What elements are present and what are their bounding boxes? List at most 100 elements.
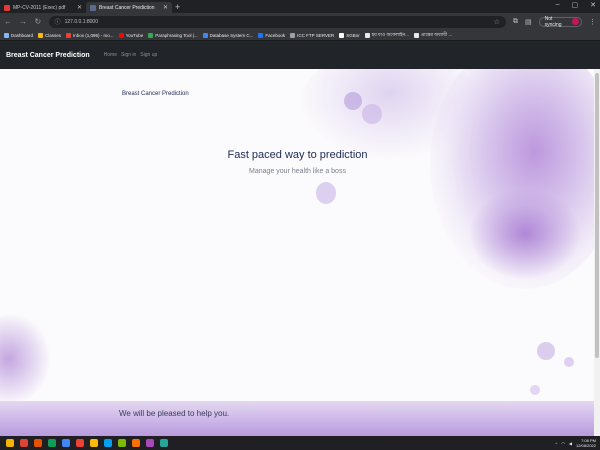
- bookmark-label: YouTube: [125, 32, 144, 38]
- bookmark-item[interactable]: Paraphrasing Tool |...: [148, 32, 198, 38]
- watercolor-decoration: [362, 104, 382, 124]
- taskbar-app-icon[interactable]: [34, 439, 42, 447]
- site-navbar: Breast Cancer Prediction Home Sign in Si…: [0, 41, 600, 69]
- page-scrollbar[interactable]: [594, 69, 600, 436]
- url-text: 127.0.0.1:8000: [64, 18, 98, 25]
- forward-icon[interactable]: →: [19, 17, 27, 26]
- address-bar[interactable]: ⓘ 127.0.0.1:8000 ☆: [48, 15, 506, 28]
- site-nav-links: Home Sign in Sign up: [104, 52, 158, 58]
- bookmark-star-icon[interactable]: ☆: [494, 18, 500, 26]
- watercolor-decoration: [564, 357, 574, 367]
- watercolor-decoration: [344, 92, 362, 110]
- page-content: Breast Cancer Prediction Fast paced way …: [0, 69, 594, 436]
- maximize-icon[interactable]: ▢: [572, 1, 579, 9]
- watercolor-decoration: [530, 385, 540, 395]
- wifi-icon[interactable]: ◠: [561, 441, 565, 446]
- avatar: [572, 18, 579, 25]
- watercolor-decoration: [316, 182, 336, 204]
- page-brand: Breast Cancer Prediction: [122, 91, 189, 97]
- bookmark-item[interactable]: SGBor: [339, 32, 360, 38]
- browser-tab-strip: MP-CV-2011 (Exec) pdf ✕ Breast Cancer Pr…: [0, 0, 600, 13]
- watercolor-decoration: [537, 342, 555, 360]
- bookmark-item[interactable]: Inbox (1,095) - mo...: [66, 32, 114, 38]
- bookmark-label: Facebook: [265, 32, 286, 38]
- bookmark-item[interactable]: Dashboard: [4, 32, 34, 38]
- facebook-favicon-icon: [258, 32, 264, 38]
- close-tab-icon[interactable]: ✕: [77, 4, 82, 11]
- bookmark-label: SGBor: [346, 32, 360, 38]
- clock-date: 12/08/2022: [575, 443, 596, 448]
- browser-tab-active[interactable]: Breast Cancer Prediction ✕: [86, 2, 172, 13]
- bookmark-item[interactable]: ICC FTP SERVER: [290, 32, 335, 38]
- browser-tab[interactable]: MP-CV-2011 (Exec) pdf ✕: [0, 2, 86, 13]
- hero-tagline: Manage your health like a boss: [249, 168, 346, 175]
- watercolor-decoration: [470, 189, 580, 279]
- taskbar-app-icon[interactable]: [104, 439, 112, 447]
- menu-icon[interactable]: ⋮: [589, 18, 596, 26]
- bookmark-label: Paraphrasing Tool |...: [155, 32, 198, 38]
- taskbar-app-icon[interactable]: [146, 439, 154, 447]
- bookmark-label: Classes: [45, 32, 62, 38]
- taskbar-app-icon[interactable]: [118, 439, 126, 447]
- taskbar-app-icon[interactable]: [160, 439, 168, 447]
- bookmark-favicon-icon: [38, 32, 44, 38]
- tab-title: MP-CV-2011 (Exec) pdf: [13, 4, 66, 11]
- bookmark-favicon-icon: [413, 32, 419, 38]
- close-tab-icon[interactable]: ✕: [163, 4, 168, 11]
- taskbar-app-icon[interactable]: [62, 439, 70, 447]
- taskbar-app-icon[interactable]: [48, 439, 56, 447]
- bookmark-item[interactable]: হয় যাও অফেলাইন...: [364, 32, 409, 39]
- hero-headline: Fast paced way to prediction: [227, 149, 368, 161]
- back-icon[interactable]: ←: [4, 17, 12, 26]
- site-brand[interactable]: Breast Cancer Prediction: [6, 52, 90, 59]
- bookmark-item[interactable]: প্রান্তের অধ্যায়ী ...: [413, 32, 452, 39]
- bookmark-label: Dashboard: [11, 32, 34, 38]
- bookmarks-bar: Dashboard Classes Inbox (1,095) - mo... …: [0, 30, 600, 41]
- bookmark-item[interactable]: Facebook: [258, 32, 286, 38]
- profile-button[interactable]: Not syncing: [538, 15, 582, 28]
- bookmark-label: ICC FTP SERVER: [297, 32, 335, 38]
- scrollbar-thumb[interactable]: [595, 73, 599, 358]
- bookmark-favicon-icon: [364, 32, 370, 38]
- system-tray: ^ ◠ ◀ 7:08 PM 12/08/2022: [556, 436, 597, 450]
- close-window-icon[interactable]: ✕: [590, 1, 596, 9]
- bookmark-favicon-icon: [339, 32, 345, 38]
- pdf-favicon-icon: [4, 4, 10, 11]
- bookmark-favicon-icon: [4, 32, 9, 38]
- footer-text: We will be pleased to help you.: [119, 409, 230, 418]
- gmail-favicon-icon: [66, 32, 72, 38]
- reload-icon[interactable]: ↻: [34, 17, 42, 26]
- windows-start-icon[interactable]: [6, 439, 14, 447]
- nav-link-sign-up[interactable]: Sign up: [140, 52, 157, 58]
- volume-icon[interactable]: ◀: [569, 441, 572, 446]
- footer-band: We will be pleased to help you.: [0, 401, 594, 436]
- nav-link-sign-in[interactable]: Sign in: [121, 52, 136, 58]
- browser-toolbar: ← → ↻ ⓘ 127.0.0.1:8000 ☆ ⧉ ▤ Not syncing…: [0, 13, 600, 30]
- extensions-icon[interactable]: ⧉: [513, 18, 518, 26]
- youtube-favicon-icon: [118, 32, 124, 38]
- site-favicon-icon: [90, 4, 96, 11]
- chevron-up-icon[interactable]: ^: [556, 441, 558, 446]
- taskbar-apps: [0, 436, 168, 450]
- taskbar-app-icon[interactable]: [90, 439, 98, 447]
- taskbar-clock[interactable]: 7:08 PM 12/08/2022: [576, 438, 596, 448]
- taskbar-app-icon[interactable]: [132, 439, 140, 447]
- taskbar-app-icon[interactable]: [76, 439, 84, 447]
- minimize-icon[interactable]: –: [556, 1, 560, 9]
- profile-label: Not syncing: [544, 15, 562, 28]
- new-tab-icon[interactable]: +: [175, 2, 180, 13]
- site-info-icon[interactable]: ⓘ: [55, 17, 61, 26]
- tab-title: Breast Cancer Prediction: [99, 4, 155, 11]
- bookmark-favicon-icon: [148, 32, 154, 38]
- bookmark-label: Database System C...: [209, 32, 254, 38]
- bookmark-item[interactable]: Database System C...: [202, 32, 254, 38]
- bookmark-label: Inbox (1,095) - mo...: [73, 32, 114, 38]
- bookmark-favicon-icon: [202, 32, 208, 38]
- bookmark-item[interactable]: YouTube: [118, 32, 144, 38]
- taskbar-app-icon[interactable]: [20, 439, 28, 447]
- side-panel-icon[interactable]: ▤: [525, 18, 532, 26]
- nav-link-home[interactable]: Home: [104, 52, 117, 58]
- watercolor-decoration: [0, 314, 50, 404]
- bookmark-item[interactable]: Classes: [38, 32, 62, 38]
- os-taskbar: ^ ◠ ◀ 7:08 PM 12/08/2022: [0, 436, 600, 450]
